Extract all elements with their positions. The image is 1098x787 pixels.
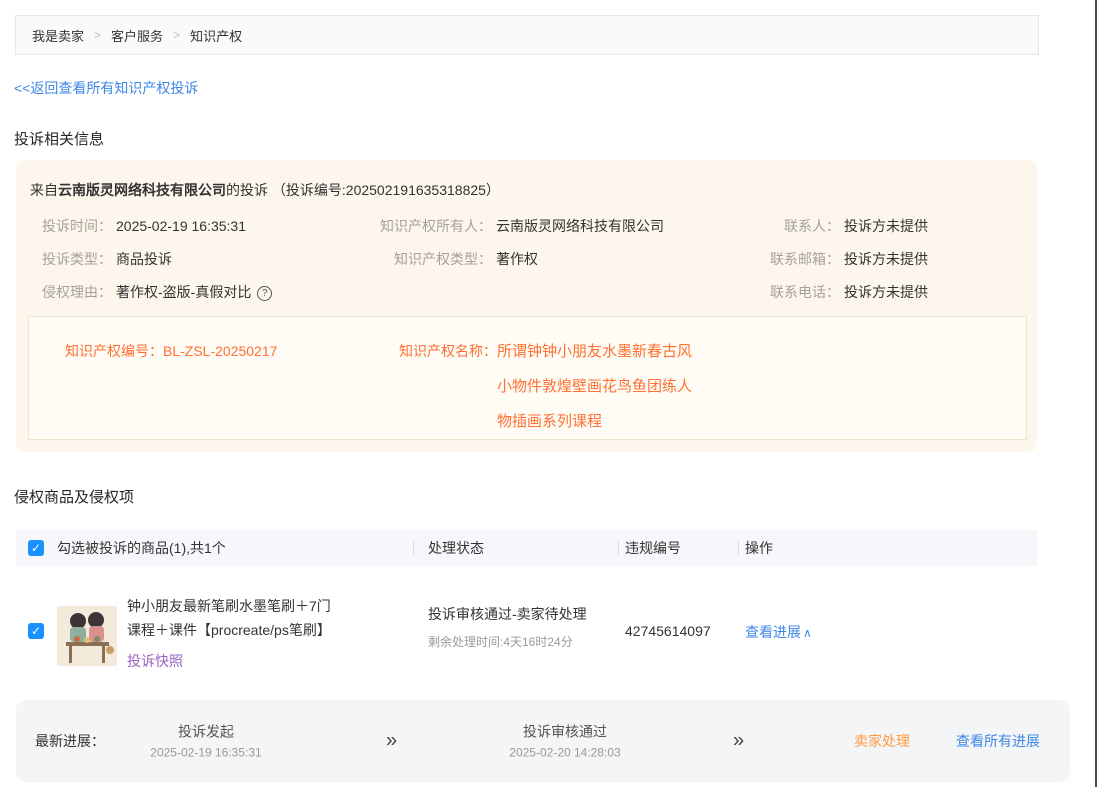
field-label: 投诉时间：: [30, 216, 112, 236]
field-value: 云南版灵网络科技有限公司: [496, 216, 664, 236]
row-checkbox[interactable]: ✓: [28, 623, 44, 639]
help-icon[interactable]: ?: [257, 286, 272, 301]
field-ip-owner: 知识产权所有人： 云南版灵网络科技有限公司: [360, 216, 740, 236]
complaint-fields-grid: 投诉时间： 2025-02-19 16:35:31 知识产权所有人： 云南版灵网…: [30, 216, 1027, 302]
field-value: 著作权-盗版-真假对比?: [116, 282, 272, 302]
ip-number-row: 知识产权编号：BL-ZSL-20250217: [65, 334, 277, 369]
product-thumbnail[interactable]: [57, 606, 117, 666]
progress-label: 最新进展：: [35, 731, 105, 751]
ip-number-value: BL-ZSL-20250217: [163, 343, 277, 359]
progress-step-approved: 投诉审核通过 2025-02-20 14:28:03: [480, 723, 650, 760]
breadcrumb-separator: >: [173, 28, 180, 42]
ip-name-row: 知识产权名称： 所谓钟钟小朋友水墨新春古风小物件敦煌壁画花鸟鱼团练人物插画系列课…: [399, 334, 701, 439]
complaint-info-panel: 来自云南版灵网络科技有限公司的投诉 （投诉编号:2025021916353188…: [16, 160, 1037, 452]
view-all-progress-link[interactable]: 查看所有进展: [956, 731, 1040, 751]
violation-number: 42745614097: [618, 566, 738, 698]
window-right-edge: [1095, 0, 1097, 787]
product-title: 钟小朋友最新笔刷水墨笔刷＋7门课程＋课件【procreate/ps笔刷】: [127, 594, 341, 642]
step-time: 2025-02-19 16:35:31: [121, 746, 291, 760]
latest-progress-bar: 最新进展： 投诉发起 2025-02-19 16:35:31 » 投诉审核通过 …: [16, 700, 1070, 782]
field-value: 著作权: [496, 249, 538, 269]
ip-name-value: 所谓钟钟小朋友水墨新春古风小物件敦煌壁画花鸟鱼团练人物插画系列课程: [497, 334, 701, 439]
breadcrumb-item-seller[interactable]: 我是卖家: [32, 26, 84, 45]
field-infringement-reason: 侵权理由： 著作权-盗版-真假对比?: [30, 282, 360, 302]
product-text-block: 钟小朋友最新笔刷水墨笔刷＋7门课程＋课件【procreate/ps笔刷】 投诉快…: [127, 594, 341, 671]
remaining-time-text: 剩余处理时间:4天16时24分: [428, 633, 618, 650]
back-to-all-complaints-link[interactable]: <<返回查看所有知识产权投诉: [14, 78, 198, 98]
breadcrumb-item-ip[interactable]: 知识产权: [190, 26, 242, 45]
step-title: 投诉审核通过: [480, 723, 650, 741]
complaint-title-prefix: 来自: [30, 182, 58, 198]
field-value: 投诉方未提供: [844, 216, 928, 236]
field-contact-phone: 联系电话： 投诉方未提供: [740, 282, 1009, 302]
field-label: 知识产权类型：: [360, 249, 492, 269]
complaint-snapshot-link[interactable]: 投诉快照: [127, 651, 183, 671]
field-empty: [360, 282, 740, 302]
field-value: 投诉方未提供: [844, 282, 928, 302]
field-complaint-type: 投诉类型： 商品投诉: [30, 249, 360, 269]
table-header-row: ✓ 勾选被投诉的商品(1),共1个 处理状态 违规编号 操作: [16, 530, 1037, 566]
infringing-items-section-title: 侵权商品及侵权项: [14, 486, 134, 507]
select-all-checkbox[interactable]: ✓: [28, 540, 44, 556]
ip-name-label: 知识产权名称：: [399, 334, 497, 439]
complaint-title-suffix: 的投诉: [226, 182, 268, 198]
table-row: ✓ 钟小朋友最新笔刷水墨笔刷＋7门课程＋课件【procreate/ps笔刷】 投…: [16, 566, 1037, 698]
select-all-label: 勾选被投诉的商品(1),共1个: [57, 538, 226, 558]
field-contact-person: 联系人： 投诉方未提供: [740, 216, 1009, 236]
field-label: 知识产权所有人：: [360, 216, 492, 236]
complaint-number: （投诉编号:202502191635318825）: [272, 182, 500, 198]
header-status: 处理状态: [413, 538, 618, 558]
product-cell: ✓ 钟小朋友最新笔刷水墨笔刷＋7门课程＋课件【procreate/ps笔刷】 投…: [16, 566, 413, 698]
field-value: 商品投诉: [116, 249, 172, 269]
ip-number-label: 知识产权编号：: [65, 343, 163, 359]
header-action: 操作: [738, 538, 1037, 558]
field-value: 2025-02-19 16:35:31: [116, 216, 246, 236]
action-cell: 查看进展∧: [738, 566, 1037, 698]
step-title: 投诉发起: [121, 723, 291, 741]
field-label: 联系电话：: [740, 282, 840, 302]
field-label: 联系人：: [740, 216, 840, 236]
infringing-items-table: ✓ 勾选被投诉的商品(1),共1个 处理状态 违规编号 操作 ✓: [16, 530, 1037, 698]
breadcrumb-item-customer-service[interactable]: 客户服务: [111, 26, 163, 45]
complaint-title: 来自云南版灵网络科技有限公司的投诉 （投诉编号:2025021916353188…: [30, 180, 1027, 200]
progress-step-initiated: 投诉发起 2025-02-19 16:35:31: [121, 723, 291, 760]
view-progress-link[interactable]: 查看进展: [745, 624, 801, 640]
step-arrow-icon: »: [733, 730, 744, 753]
field-label: 投诉类型：: [30, 249, 112, 269]
breadcrumb: 我是卖家 > 客户服务 > 知识产权: [15, 15, 1039, 55]
field-ip-type: 知识产权类型： 著作权: [360, 249, 740, 269]
field-complaint-time: 投诉时间： 2025-02-19 16:35:31: [30, 216, 360, 236]
complainant-company-name: 云南版灵网络科技有限公司: [58, 182, 226, 198]
header-select-cell: ✓ 勾选被投诉的商品(1),共1个: [16, 538, 413, 558]
current-step-seller-handle: 卖家处理: [854, 731, 910, 751]
status-text: 投诉审核通过-卖家待处理: [428, 604, 618, 624]
chevron-up-icon: ∧: [803, 626, 812, 640]
field-contact-email: 联系邮箱： 投诉方未提供: [740, 249, 1009, 269]
header-violation-no: 违规编号: [618, 538, 738, 558]
field-label: 侵权理由：: [30, 282, 112, 302]
step-arrow-icon: »: [386, 730, 397, 753]
step-time: 2025-02-20 14:28:03: [480, 746, 650, 760]
ip-detail-panel: 知识产权编号：BL-ZSL-20250217 知识产权名称： 所谓钟钟小朋友水墨…: [28, 316, 1027, 440]
status-cell: 投诉审核通过-卖家待处理 剩余处理时间:4天16时24分: [413, 566, 618, 698]
field-label: 联系邮箱：: [740, 249, 840, 269]
complaint-info-section-title: 投诉相关信息: [14, 128, 104, 149]
field-value: 投诉方未提供: [844, 249, 928, 269]
breadcrumb-separator: >: [94, 28, 101, 42]
